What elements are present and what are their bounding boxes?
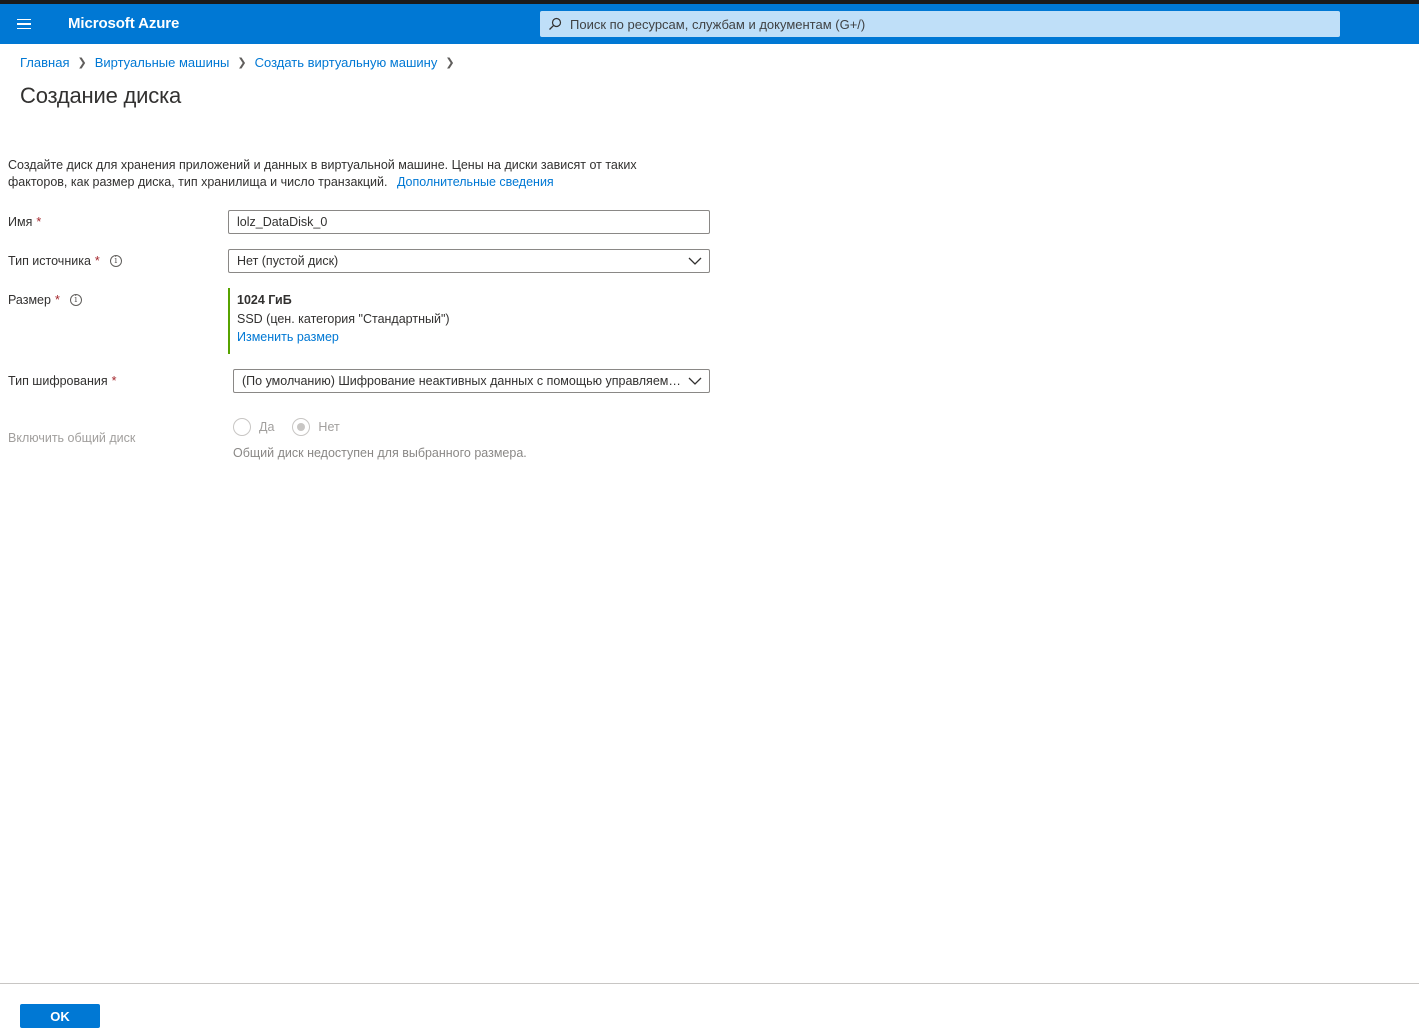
global-search-box[interactable] (540, 11, 1340, 37)
brand-title[interactable]: Microsoft Azure (68, 15, 179, 32)
search-icon (548, 17, 562, 31)
disk-name-input[interactable] (228, 210, 710, 234)
search-input[interactable] (570, 16, 1270, 32)
radio-yes[interactable] (233, 418, 251, 436)
change-size-link[interactable]: Изменить размер (237, 330, 528, 344)
page-title: Создание диска (20, 83, 182, 108)
source-type-label-text: Тип источника (8, 254, 91, 268)
radio-no-label: Нет (318, 420, 340, 434)
chevron-down-icon (681, 377, 709, 385)
ok-button[interactable]: OK (20, 1004, 100, 1028)
top-navigation-bar: Microsoft Azure (0, 4, 1419, 44)
info-icon[interactable]: i (109, 255, 122, 267)
name-label: Имя * (8, 215, 41, 229)
required-marker: * (111, 374, 117, 388)
chevron-right-icon: ❯ (237, 57, 247, 69)
chevron-down-icon (681, 257, 709, 265)
size-label-text: Размер (8, 293, 51, 307)
source-type-value: Нет (пустой диск) (237, 254, 339, 268)
size-tier: SSD (цен. категория "Стандартный") (237, 312, 450, 326)
chevron-right-icon: ❯ (77, 57, 87, 69)
size-label: Размер * i (8, 293, 82, 307)
page-description: Создайте диск для хранения приложений и … (8, 157, 668, 191)
size-value: 1024 ГиБ (237, 293, 292, 307)
source-type-dropdown[interactable]: Нет (пустой диск) (228, 249, 710, 273)
encryption-type-dropdown[interactable]: (По умолчанию) Шифрование неактивных дан… (233, 369, 710, 393)
required-marker: * (94, 254, 100, 268)
required-marker: * (36, 215, 42, 229)
name-label-text: Имя (8, 215, 33, 229)
shared-disk-label: Включить общий диск (8, 431, 136, 445)
encryption-type-value: (По умолчанию) Шифрование неактивных дан… (242, 374, 681, 388)
learn-more-link[interactable]: Дополнительные сведения (397, 175, 554, 189)
required-marker: * (54, 293, 60, 307)
encryption-label-text: Тип шифрования (8, 374, 108, 388)
shared-disk-hint: Общий диск недоступен для выбранного раз… (233, 446, 527, 460)
source-type-label: Тип источника * i (8, 254, 122, 268)
encryption-label: Тип шифрования * (8, 374, 117, 388)
info-icon[interactable]: i (69, 294, 82, 306)
chevron-right-icon: ❯ (445, 57, 455, 69)
radio-yes-label: Да (259, 420, 275, 434)
hamburger-menu-icon[interactable] (10, 12, 38, 36)
radio-no[interactable] (292, 418, 311, 436)
size-summary: 1024 ГиБ SSD (цен. категория "Стандартны… (228, 288, 528, 354)
breadcrumb-home[interactable]: Главная (20, 55, 69, 70)
breadcrumb-create-vm[interactable]: Создать виртуальную машину (255, 55, 438, 70)
shared-disk-radio-group: Да Нет (233, 418, 358, 436)
breadcrumb-virtual-machines[interactable]: Виртуальные машины (95, 55, 230, 70)
breadcrumb: Главная ❯ Виртуальные машины ❯ Создать в… (20, 55, 463, 70)
footer-divider (0, 983, 1419, 984)
